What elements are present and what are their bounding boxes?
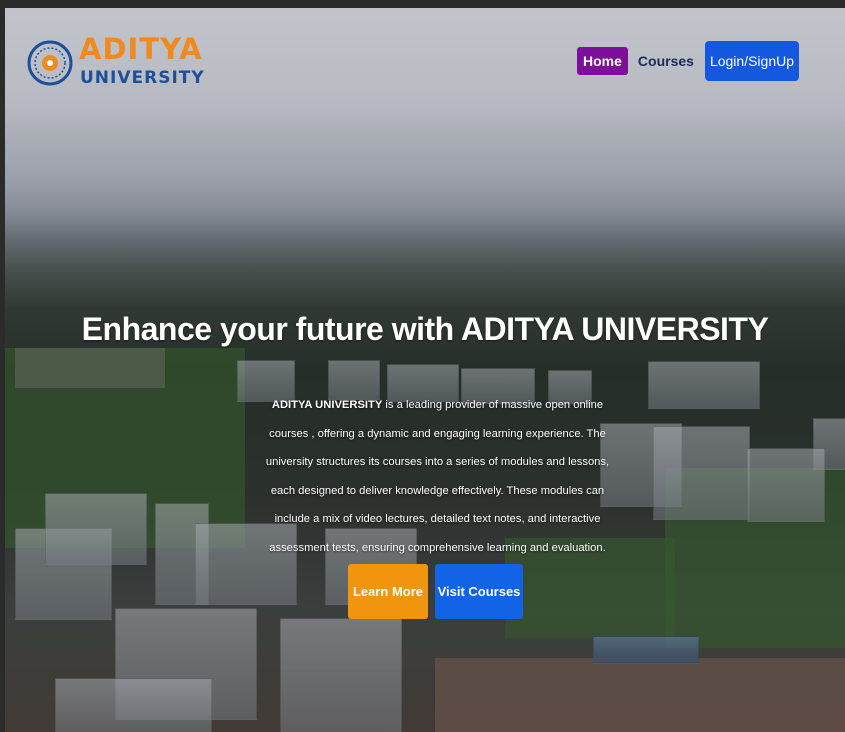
hero-description-brand: ADITYA UNIVERSITY bbox=[271, 399, 383, 411]
logo-name-line2: UNIVERSITY bbox=[80, 68, 205, 88]
site-header: ADITYA UNIVERSITY Home Courses Login/Sig… bbox=[5, 8, 845, 118]
learn-more-button[interactable]: Learn More bbox=[348, 564, 428, 619]
nav-courses-link[interactable]: Courses bbox=[638, 53, 694, 69]
visit-courses-button[interactable]: Visit Courses bbox=[435, 564, 523, 619]
hero-description: ADITYA UNIVERSITY is a leading provider … bbox=[260, 391, 615, 563]
nav-home-link[interactable]: Home bbox=[577, 47, 628, 75]
hero-title: Enhance your future with ADITYA UNIVERSI… bbox=[81, 311, 769, 347]
page: ADITYA UNIVERSITY Home Courses Login/Sig… bbox=[5, 8, 845, 732]
hero-actions: Learn More Visit Courses bbox=[348, 564, 523, 619]
university-seal-icon bbox=[27, 40, 73, 86]
main-nav: Home Courses Login/SignUp bbox=[577, 41, 799, 81]
hero-description-text: is a leading provider of massive open on… bbox=[265, 399, 610, 554]
logo-name-line1: ADITYA bbox=[79, 32, 203, 66]
university-logo[interactable]: ADITYA UNIVERSITY bbox=[27, 28, 204, 100]
login-signup-button[interactable]: Login/SignUp bbox=[704, 41, 799, 81]
